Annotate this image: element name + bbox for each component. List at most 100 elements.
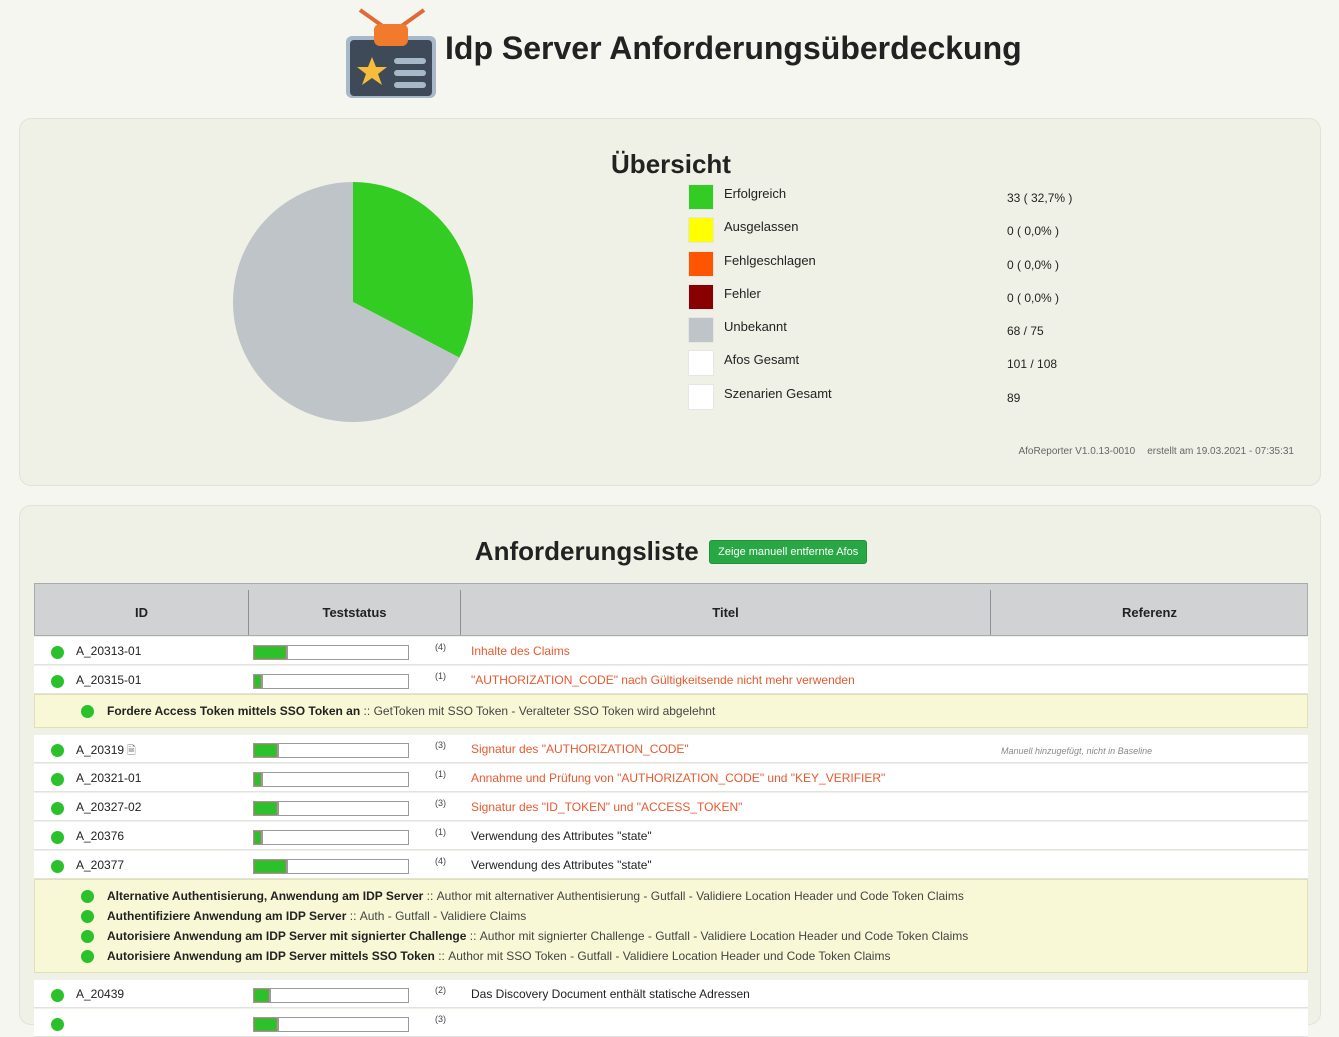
requirement-title[interactable]: "AUTHORIZATION_CODE" nach Gültigkeitsend… (471, 673, 855, 687)
legend-label: Afos Gesamt (724, 352, 800, 367)
legend-item: Afos Gesamt 101 / 108 (688, 350, 1108, 376)
requirement-id-text: A_20319 (76, 743, 125, 757)
column-header-referenz[interactable]: Referenz (990, 590, 1308, 635)
column-header-titel[interactable]: Titel (460, 590, 990, 635)
requirement-id[interactable]: A_20377 (76, 858, 124, 872)
requirement-title[interactable]: Signatur des "ID_TOKEN" und "ACCESS_TOKE… (471, 800, 742, 814)
legend-item: Fehler 0 ( 0,0% ) (688, 284, 1108, 310)
scenario-item[interactable]: Autorisiere Anwendung am IDP Server mitt… (35, 946, 1309, 966)
scenario-description: Auth - Gutfall - Validiere Claims (359, 909, 527, 923)
progress-bar (253, 743, 409, 758)
legend-item: Ausgelassen 0 ( 0,0% ) (688, 217, 1108, 243)
page-header: Idp Server Anforderungsüberdeckung (0, 0, 1339, 110)
progress-bar (253, 988, 409, 1003)
legend-label: Fehlgeschlagen (724, 253, 816, 268)
legend-swatch (688, 350, 714, 376)
legend-value: 33 ( 32,7% ) (1007, 191, 1073, 205)
progress-bar-fill (254, 989, 271, 1002)
requirement-id-text: A_20377 (76, 858, 125, 872)
legend-value: 68 / 75 (1007, 324, 1044, 338)
scenario-separator: :: (438, 949, 445, 963)
column-header-teststatus[interactable]: Teststatus (248, 590, 460, 635)
scenario-list: Fordere Access Token mittels SSO Token a… (34, 694, 1308, 728)
legend-item: Fehlgeschlagen 0 ( 0,0% ) (688, 251, 1108, 277)
requirement-id[interactable]: A_20315-01 (76, 673, 141, 687)
requirement-id-text: A_20313-01 (76, 644, 142, 658)
scenario-entry: Fordere Access Token mittels SSO Token a… (107, 704, 715, 718)
column-header-id[interactable]: ID (35, 590, 248, 635)
scenario-separator: :: (363, 704, 371, 718)
scenario-name: Autorisiere Anwendung am IDP Server mit … (107, 929, 467, 943)
legend-label: Erfolgreich (724, 186, 787, 201)
scenario-count: (4) (435, 642, 446, 652)
scenario-count: (2) (435, 985, 446, 995)
page-title: Idp Server Anforderungsüberdeckung (445, 30, 1022, 66)
scenario-status-dot (81, 890, 94, 903)
scenario-item[interactable]: Fordere Access Token mittels SSO Token a… (35, 701, 1309, 721)
requirement-id[interactable]: A_20376 (76, 829, 124, 843)
progress-bar (253, 674, 409, 689)
note-icon[interactable]: 🗎 (127, 742, 136, 761)
progress-bar-fill (254, 831, 264, 844)
show-removed-afos-button[interactable]: Zeige manuell entfernte Afos (709, 539, 868, 564)
legend-item: Unbekannt 68 / 75 (688, 317, 1108, 343)
legend-label: Szenarien Gesamt (724, 386, 832, 401)
requirement-id[interactable]: A_20439 (76, 987, 124, 1001)
table-row[interactable]: A_20313-01 (4) Inhalte des Claims (34, 637, 1308, 665)
table-row[interactable]: A_20439 (2) Das Discovery Document enthält… (34, 980, 1308, 1008)
requirement-title[interactable]: Signatur des "AUTHORIZATION_CODE" (471, 742, 689, 756)
status-dot (51, 646, 64, 659)
progress-bar-fill (254, 860, 288, 873)
overview-title: Übersicht (611, 149, 731, 179)
scenario-count: (4) (435, 856, 446, 866)
requirement-title[interactable]: Verwendung des Attributes "state" (471, 829, 652, 843)
legend-item: Erfolgreich 33 ( 32,7% ) (688, 184, 1108, 210)
requirement-id-text: A_20321-01 (76, 771, 142, 785)
status-dot (51, 989, 64, 1002)
legend-value: 0 ( 0,0% ) (1007, 291, 1060, 305)
requirement-id[interactable]: A_20313-01 (76, 644, 141, 658)
scenario-entry: Alternative Authentisierung, Anwendung a… (107, 889, 964, 903)
status-dot (51, 744, 64, 757)
scenario-list: Alternative Authentisierung, Anwendung a… (34, 879, 1308, 973)
scenario-entry: Autorisiere Anwendung am IDP Server mit … (107, 929, 968, 943)
scenario-item[interactable]: Authentifiziere Anwendung am IDP Server … (35, 906, 1309, 926)
legend-item: Szenarien Gesamt 89 (688, 384, 1108, 410)
progress-bar-fill (254, 646, 288, 659)
scenario-entry: Autorisiere Anwendung am IDP Server mitt… (107, 949, 890, 963)
scenario-item[interactable]: Autorisiere Anwendung am IDP Server mit … (35, 926, 1309, 946)
table-row[interactable]: A_20376 (1) Verwendung des Attributes "sta… (34, 822, 1308, 850)
requirement-id[interactable]: A_20319 🗎 (76, 742, 136, 761)
scenario-status-dot (81, 910, 94, 923)
requirement-title[interactable]: Verwendung des Attributes "state" (471, 858, 652, 872)
legend-value: 0 ( 0,0% ) (1007, 258, 1060, 272)
legend-swatch (688, 384, 714, 410)
table-row[interactable]: A_20377 (4) Verwendung des Attributes "sta… (34, 851, 1308, 879)
requirement-id[interactable]: A_20321-01 (76, 771, 141, 785)
scenario-count: (3) (435, 740, 446, 750)
progress-bar (253, 830, 409, 845)
status-dot (51, 1018, 64, 1031)
reference-note: Manuell hinzugefügt, nicht in Baseline (1001, 746, 1153, 756)
requirement-title[interactable]: Annahme und Prüfung von "AUTHORIZATION_C… (471, 771, 885, 785)
scenario-item[interactable]: Alternative Authentisierung, Anwendung a… (35, 886, 1309, 906)
table-row[interactable]: A_20315-01 (1) "AUTHORIZATION_CODE" nach G… (34, 666, 1308, 694)
progress-bar (253, 645, 409, 660)
legend-value: 89 (1007, 391, 1021, 405)
scenario-count: (3) (435, 798, 446, 808)
scenario-description: Author mit SSO Token - Gutfall - Validie… (448, 949, 891, 963)
scenario-count: (3) (435, 1014, 446, 1024)
table-row[interactable]: (3) (34, 1009, 1308, 1037)
requirements-title: Anforderungsliste (474, 536, 699, 566)
table-row[interactable]: A_20327-02 (3) Signatur des "ID_TOKEN" und… (34, 793, 1308, 821)
requirement-title[interactable]: Das Discovery Document enthält statische… (471, 987, 750, 1001)
table-row[interactable]: A_20321-01 (1) Annahme und Prüfung von "AU… (34, 764, 1308, 792)
table-header: ID Teststatus Titel Referenz (34, 583, 1308, 636)
requirements-card: Anforderungsliste Zeige manuell entfernt… (19, 505, 1321, 1037)
table-row[interactable]: A_20319 🗎 (3) Signatur des "AUTHORIZATION_C… (34, 735, 1308, 763)
progress-bar (253, 859, 409, 874)
requirement-id[interactable]: A_20327-02 (76, 800, 141, 814)
requirement-title[interactable]: Inhalte des Claims (471, 644, 570, 658)
legend-label: Unbekannt (724, 319, 787, 334)
scenario-separator: :: (469, 929, 477, 943)
